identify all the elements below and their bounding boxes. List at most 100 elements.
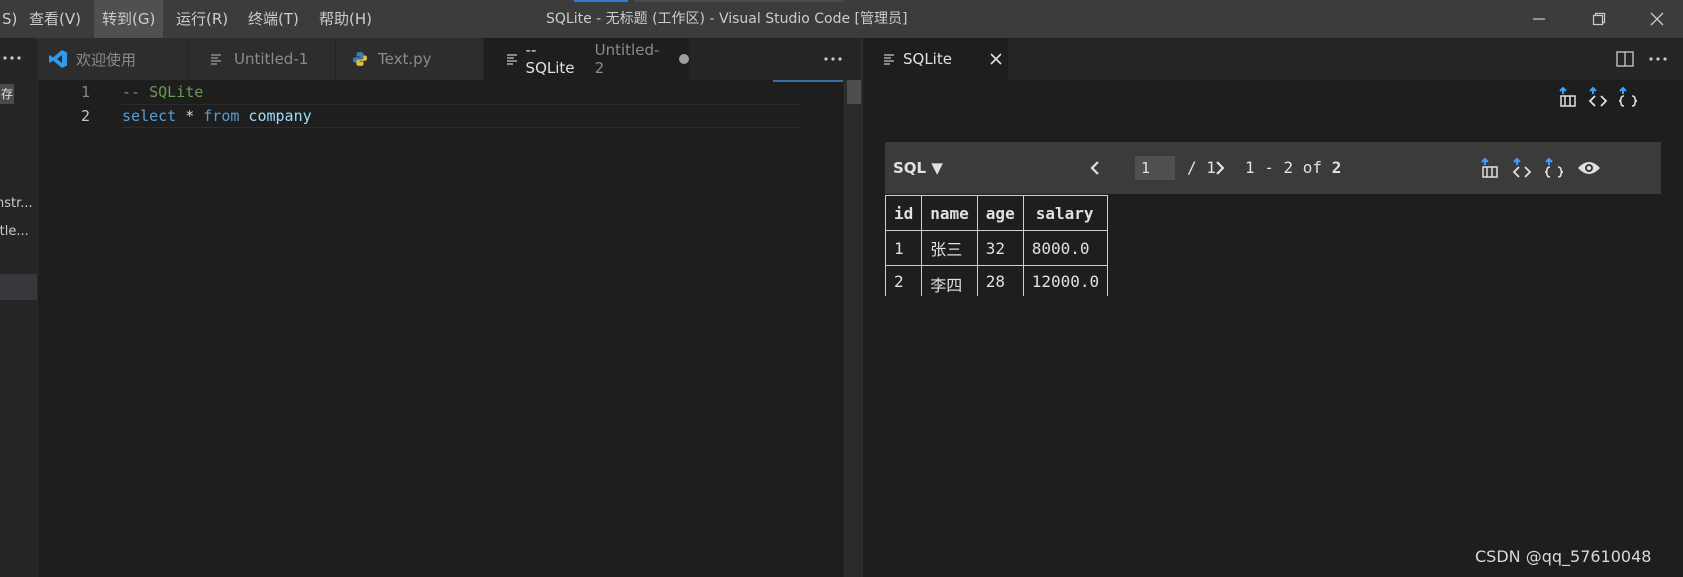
tab-label: Untitled-1 <box>234 50 309 68</box>
explorer-sidebar: 存 nstr... itle... <box>0 38 38 577</box>
keyword-select: select <box>122 107 177 125</box>
result-table: id name age salary 1 张三 32 8000.0 2 李四 2… <box>884 195 1109 296</box>
column-header-name[interactable]: name <box>921 195 978 231</box>
column-header-salary[interactable]: salary <box>1022 195 1109 231</box>
export-html-icon <box>1512 157 1532 178</box>
table-cell: 2 <box>884 265 923 296</box>
table-row: 2 李四 28 12000.0 <box>884 265 1109 296</box>
minimize-icon <box>1533 18 1545 20</box>
restore-button[interactable] <box>1574 0 1624 38</box>
sql-mode-dropdown[interactable]: SQL ▼ <box>893 142 943 194</box>
export-html-button[interactable] <box>1585 84 1611 110</box>
keyword-from: from <box>203 107 240 125</box>
line-number: 1 <box>80 83 90 101</box>
file-lines-icon <box>502 49 522 69</box>
result-range-text: 1 - 2 of <box>1245 158 1332 177</box>
sidebar-selected-row[interactable] <box>0 274 37 300</box>
code-line-query: select * from company <box>122 107 312 125</box>
export-csv-icon <box>1559 86 1576 107</box>
results-tab-bar: SQLite <box>863 38 1683 80</box>
column-header-id[interactable]: id <box>884 195 923 231</box>
table-cell: 张三 <box>921 230 978 266</box>
toolbar-export-json-button[interactable] <box>1541 155 1567 181</box>
menu-item-goto[interactable]: 转到(G) <box>94 0 164 38</box>
vscode-icon <box>48 49 68 69</box>
table-cell: 1 <box>884 230 923 266</box>
table-row: 1 张三 32 8000.0 <box>884 230 1109 266</box>
menu-item-view[interactable]: 查看(V) <box>21 0 89 38</box>
tab-label: 欢迎使用 <box>76 50 137 69</box>
watermark-text: CSDN @qq_57610048 <box>1475 547 1652 566</box>
result-total: 2 <box>1331 158 1342 177</box>
split-editor-icon <box>1616 51 1634 67</box>
tab-detail: Untitled-2 <box>594 41 660 77</box>
tab-sqlite-results[interactable]: SQLite <box>863 38 1009 80</box>
sidebar-item-1[interactable]: nstr... <box>0 196 33 211</box>
vertical-scrollbar[interactable] <box>844 80 862 577</box>
export-json-button[interactable] <box>1615 84 1641 110</box>
unsaved-dot-icon[interactable] <box>679 54 689 64</box>
chevron-left-icon <box>1090 161 1099 175</box>
tab-label: SQLite <box>903 50 952 68</box>
panel-more-actions-button[interactable] <box>1643 49 1673 69</box>
result-range: 1 - 2 of 2 <box>1245 142 1341 194</box>
next-page-button[interactable] <box>1208 156 1232 180</box>
menu-item-run[interactable]: 运行(R) <box>168 0 236 38</box>
save-badge[interactable]: 存 <box>0 84 14 104</box>
results-toolbar: SQL ▼ / 1 1 - 2 of 2 <box>885 142 1661 194</box>
split-editor-button[interactable] <box>1613 48 1637 70</box>
editor-tab-bar: 欢迎使用 Untitled-1 Text.py -- SQLite Untitl… <box>38 38 862 80</box>
minimize-button[interactable] <box>1514 0 1564 38</box>
close-tab-button[interactable] <box>990 53 1002 65</box>
ellipsis-icon <box>3 56 21 60</box>
toolbar-export-html-button[interactable] <box>1509 155 1535 181</box>
toggle-preview-button[interactable] <box>1575 155 1603 181</box>
file-lines-icon <box>206 49 226 69</box>
tab-welcome[interactable]: 欢迎使用 <box>38 38 188 80</box>
close-icon <box>990 53 1002 65</box>
tab-label: Text.py <box>378 50 432 68</box>
sidebar-item-2[interactable]: itle... <box>0 224 29 239</box>
code-line-comment: -- SQLite <box>122 83 204 101</box>
more-actions-button[interactable] <box>0 48 24 68</box>
prev-page-button[interactable] <box>1083 156 1107 180</box>
editor-more-actions-button[interactable] <box>818 49 848 69</box>
file-lines-icon <box>879 49 899 69</box>
sqlite-results-panel: SQL ▼ / 1 1 - 2 of 2 id name age <box>863 80 1683 577</box>
operator-star: * <box>176 107 204 125</box>
tab-label: -- SQLite <box>525 41 575 77</box>
title-bar: S) 查看(V) 转到(G) 运行(R) 终端(T) 帮助(H) SQLite … <box>0 0 1683 38</box>
table-cell: 李四 <box>921 265 978 296</box>
toolbar-export-csv-button[interactable] <box>1477 155 1503 181</box>
eye-icon <box>1578 162 1600 174</box>
window-title: SQLite - 无标题 (工作区) - Visual Studio Code … <box>546 11 908 27</box>
minimap-slider[interactable] <box>773 80 843 82</box>
ellipsis-icon <box>824 57 842 61</box>
export-json-icon <box>1544 157 1564 178</box>
table-cell: 8000.0 <box>1022 230 1109 266</box>
page-number-input[interactable] <box>1135 156 1175 180</box>
export-csv-button[interactable] <box>1555 84 1581 110</box>
table-header-row: id name age salary <box>884 195 1109 231</box>
column-header-age[interactable]: age <box>976 195 1024 231</box>
table-identifier: company <box>239 107 312 125</box>
export-json-icon <box>1618 86 1638 107</box>
close-window-button[interactable] <box>1632 0 1682 38</box>
table-cell: 32 <box>976 230 1024 266</box>
chevron-right-icon <box>1216 161 1225 175</box>
code-editor[interactable]: 1 2 -- SQLite select * from company <box>38 80 862 577</box>
table-cell: 28 <box>976 265 1024 296</box>
scrollbar-thumb[interactable] <box>847 80 861 104</box>
tab-untitled-1[interactable]: Untitled-1 <box>188 38 336 80</box>
export-csv-icon <box>1481 157 1498 178</box>
menu-item-terminal[interactable]: 终端(T) <box>240 0 307 38</box>
close-icon <box>1650 12 1664 26</box>
table-cell: 12000.0 <box>1022 265 1109 296</box>
tab-sqlite-untitled-2[interactable]: -- SQLite Untitled-2 <box>484 38 690 80</box>
tab-text-py[interactable]: Text.py <box>336 38 484 80</box>
python-icon <box>350 49 370 69</box>
restore-icon <box>1592 12 1606 26</box>
ellipsis-icon <box>1649 57 1667 61</box>
menu-item-help[interactable]: 帮助(H) <box>311 0 380 38</box>
line-number: 2 <box>80 107 90 125</box>
